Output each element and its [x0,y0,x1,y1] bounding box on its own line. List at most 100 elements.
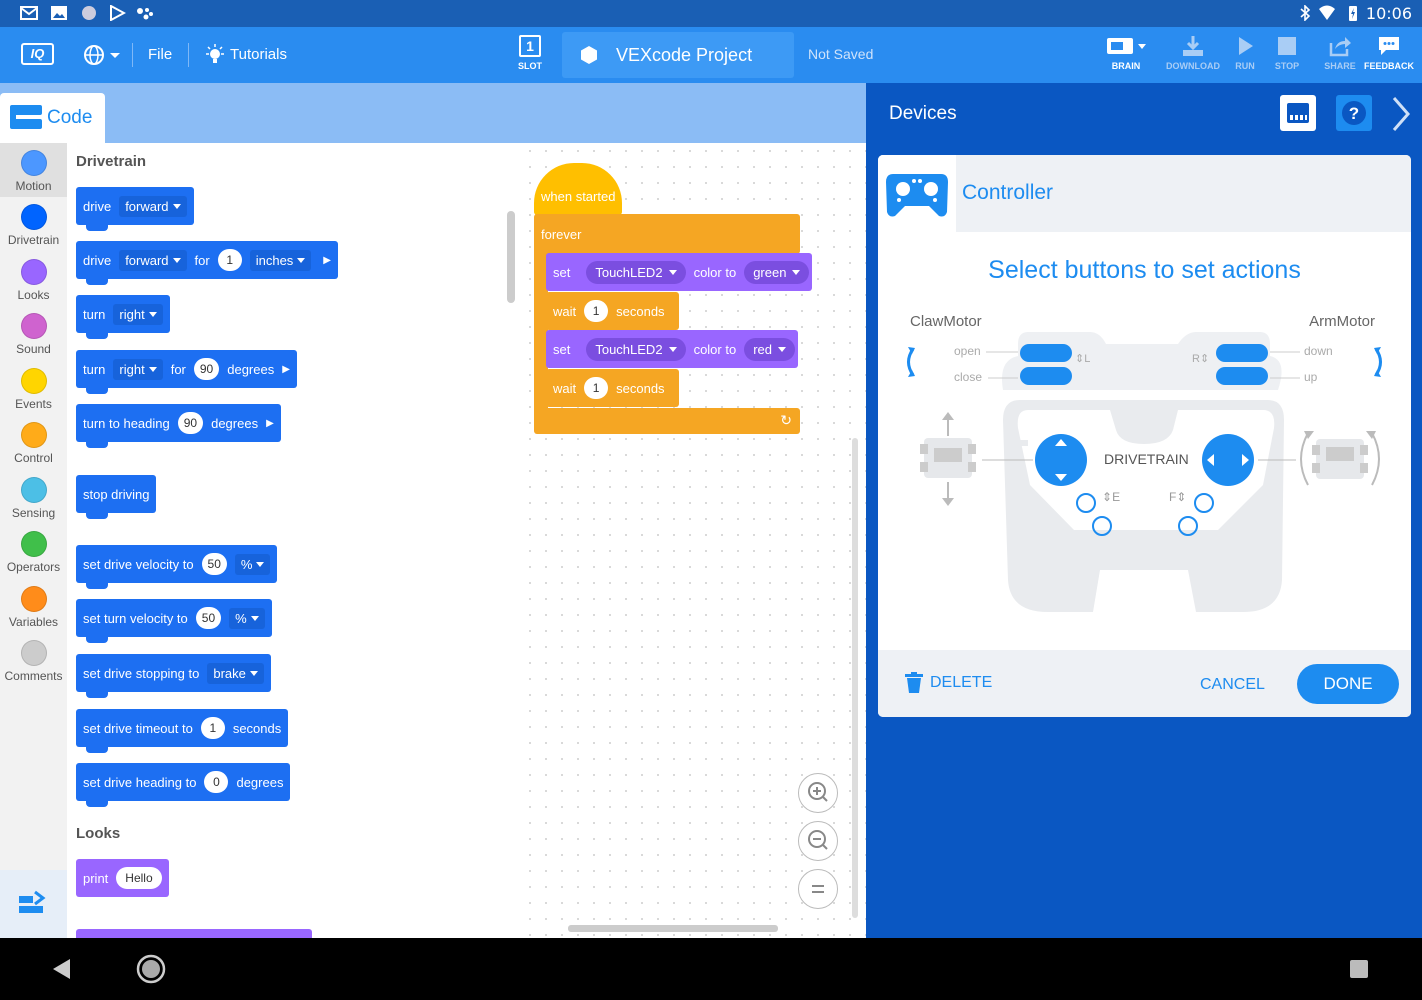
block-set-led-color[interactable]: set TouchLED2 color to red [546,330,798,368]
block-drive-for[interactable]: drive forward for 1 inches ▶ [76,241,338,285]
f-button-label: F⇕ [1169,490,1187,504]
angle-input[interactable]: 90 [193,358,220,380]
category-sensing[interactable]: Sensing [0,477,67,520]
done-button[interactable]: DONE [1297,664,1399,704]
print-text-input[interactable]: Hello [116,867,162,889]
turn-direction-dropdown[interactable]: right [113,303,163,325]
expand-arrow-icon[interactable]: ▶ [266,418,274,429]
timeout-input[interactable]: 1 [200,717,225,739]
run-button[interactable]: RUN [1232,35,1258,71]
controller-button-ldown[interactable] [1020,367,1072,385]
device-dropdown[interactable]: TouchLED2 [586,260,686,284]
open-label: open [954,344,981,358]
block-drive[interactable]: drive forward [76,187,194,231]
zoom-out-button[interactable] [798,821,838,861]
right-joystick[interactable] [1202,434,1254,486]
project-name-box[interactable]: VEXcode Project [562,32,794,78]
share-button[interactable]: SHARE [1322,35,1358,71]
chevron-right-icon[interactable] [1388,95,1414,133]
tutorials-button[interactable]: Tutorials [230,46,287,63]
block-set-drive-timeout[interactable]: set drive timeout to 1 seconds [76,709,289,753]
block-partial[interactable] [76,929,312,938]
zoom-in-button[interactable] [798,773,838,813]
block-set-led-color[interactable]: set TouchLED2 color to green [546,253,812,291]
category-events[interactable]: Events [0,368,67,411]
category-control[interactable]: Control [0,422,67,465]
turn-direction-dropdown[interactable]: right [113,358,163,380]
hexagon-icon [581,46,597,64]
velocity-input[interactable]: 50 [201,553,227,575]
palette-scrollbar[interactable] [507,211,515,303]
block-turn[interactable]: turn right [76,295,170,339]
block-set-drive-heading[interactable]: set drive heading to 0 degrees [76,763,291,807]
recents-icon[interactable] [1348,958,1370,980]
block-turn-for[interactable]: turn right for 90 degrees ▶ [76,350,297,394]
tab-code[interactable]: Code [0,93,105,143]
brain-port-button[interactable] [1280,95,1316,131]
block-print[interactable]: print Hello [76,859,169,897]
heading-input[interactable]: 0 [204,771,229,793]
block-set-drive-velocity[interactable]: set drive velocity to 50 % [76,545,278,589]
controller-button-rup[interactable] [1216,344,1268,362]
expand-arrow-icon[interactable]: ▶ [282,364,290,375]
category-variables[interactable]: Variables [0,586,67,629]
velocity-input[interactable]: 50 [195,607,222,629]
velocity-units-dropdown[interactable]: % [234,553,271,575]
block-forever[interactable]: forever [534,214,800,254]
delete-button[interactable]: DELETE [904,671,992,695]
workspace-vertical-scrollbar[interactable] [852,438,858,918]
vex-iq-logo-icon[interactable]: IQ [21,43,54,65]
block-wait[interactable]: wait 1 seconds [546,369,679,407]
code-workspace[interactable]: when started forever ↻ set TouchLED2 col… [522,143,866,938]
controller-button-lup[interactable] [1020,344,1072,362]
block-stop-driving[interactable]: stop driving [76,475,157,519]
stop-button[interactable]: STOP [1272,35,1302,71]
workspace-horizontal-scrollbar[interactable] [568,925,778,932]
heading-input[interactable]: 90 [177,412,204,434]
cancel-button[interactable]: CANCEL [1200,676,1265,694]
file-menu[interactable]: File [148,46,172,63]
category-looks[interactable]: Looks [0,259,67,302]
block-set-turn-velocity[interactable]: set turn velocity to 50 % [76,599,272,643]
controller-button-fdown[interactable] [1178,516,1198,536]
block-wait[interactable]: wait 1 seconds [546,292,679,330]
slot-button[interactable]: 1 SLOT [514,35,546,71]
left-joystick[interactable] [1035,434,1087,486]
download-button[interactable]: DOWNLOAD [1164,35,1222,71]
controller-button-edown[interactable] [1092,516,1112,536]
wait-input[interactable]: 1 [584,377,609,399]
block-turn-to-heading[interactable]: turn to heading 90 degrees ▶ [76,404,281,448]
category-drivetrain[interactable]: Drivetrain [0,204,67,247]
color-dropdown[interactable]: red [744,337,795,361]
direction-dropdown[interactable]: forward [119,195,187,217]
project-name: VEXcode Project [616,45,753,65]
distance-input[interactable]: 1 [217,249,242,271]
category-comments[interactable]: Comments [0,640,67,683]
controller-button-rdown[interactable] [1216,367,1268,385]
brain-button[interactable]: BRAIN [1100,35,1152,71]
extensions-button[interactable] [0,870,67,938]
category-motion[interactable]: Motion [0,150,67,193]
block-when-started[interactable]: when started [534,163,622,215]
help-button[interactable]: ? [1336,95,1372,131]
zoom-reset-button[interactable] [798,869,838,909]
category-sound[interactable]: Sound [0,313,67,356]
controller-button-eup[interactable] [1076,493,1096,513]
velocity-units-dropdown[interactable]: % [229,607,265,629]
direction-dropdown[interactable]: forward [119,249,187,271]
units-dropdown[interactable]: inches [249,249,312,271]
slot-icon: 1 [519,35,541,57]
controller-button-fup[interactable] [1194,493,1214,513]
back-icon[interactable] [50,956,74,982]
language-globe-icon[interactable] [84,44,124,66]
category-dot [20,259,47,285]
color-dropdown[interactable]: green [744,260,810,284]
block-set-drive-stopping[interactable]: set drive stopping to brake [76,654,271,698]
expand-arrow-icon[interactable]: ▶ [323,255,331,266]
category-operators[interactable]: Operators [0,531,67,574]
stopping-mode-dropdown[interactable]: brake [207,662,264,684]
feedback-button[interactable]: FEEDBACK [1364,35,1414,71]
device-dropdown[interactable]: TouchLED2 [586,337,686,361]
home-icon[interactable] [135,953,167,985]
wait-input[interactable]: 1 [584,300,609,322]
